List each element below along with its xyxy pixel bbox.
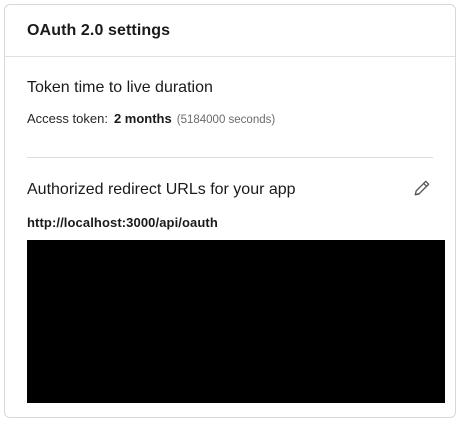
card-header: OAuth 2.0 settings <box>5 5 455 57</box>
access-token-label: Access token: <box>27 111 108 126</box>
section-divider <box>27 157 433 158</box>
access-token-seconds: (5184000 seconds) <box>176 114 276 126</box>
redirect-urls-header: Authorized redirect URLs for your app <box>27 180 433 199</box>
redirect-urls-section: Authorized redirect URLs for your app ht… <box>27 180 433 230</box>
oauth-settings-card: OAuth 2.0 settings Token time to live du… <box>4 4 456 418</box>
access-token-row: Access token: 2 months (5184000 seconds) <box>27 111 433 126</box>
access-token-value: 2 months <box>113 111 172 126</box>
redirect-urls-heading: Authorized redirect URLs for your app <box>27 181 296 198</box>
redirect-url-item: http://localhost:3000/api/oauth <box>27 215 218 230</box>
card-title: OAuth 2.0 settings <box>27 21 171 39</box>
pencil-icon[interactable] <box>411 177 433 199</box>
token-ttl-heading: Token time to live duration <box>27 79 213 96</box>
redacted-area <box>27 240 445 403</box>
token-ttl-section: Token time to live duration Access token… <box>27 79 433 126</box>
